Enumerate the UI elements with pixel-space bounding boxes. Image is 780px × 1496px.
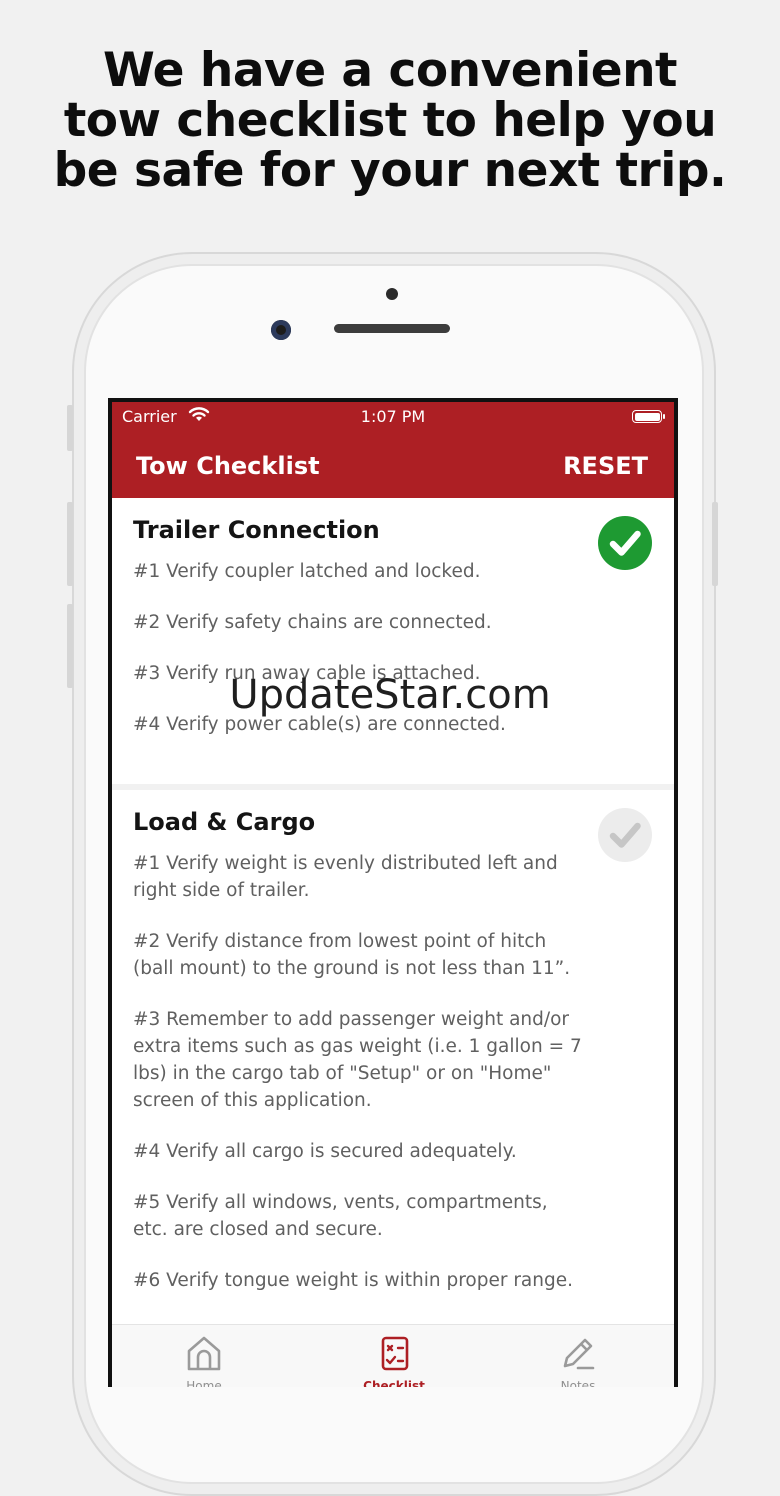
reset-button[interactable]: RESET [563,452,648,480]
section-load-cargo: Load & Cargo #1 Verify weight is evenly … [112,784,674,1325]
pencil-icon [563,1338,595,1370]
checklist-item: #2 Verify distance from lowest point of … [133,931,571,979]
tab-bar: Home Checklist Notes [112,1324,674,1387]
battery-icon [632,410,665,423]
phone-speaker [334,324,450,333]
headline-line-1: We have a convenient [102,43,678,98]
section-title: Load & Cargo [133,808,316,836]
checklist-item: #1 Verify weight is evenly distributed l… [133,853,558,901]
checkmark-icon [609,822,641,848]
tab-label: Notes [560,1379,596,1387]
tab-label: Checklist [363,1379,425,1387]
checklist-item: #4 Verify all cargo is secured adequatel… [133,1141,517,1162]
phone-volume-up [67,502,73,586]
tab-label: Home [186,1379,222,1387]
checklist-item: #2 Verify safety chains are connected. [133,612,492,633]
tab-checklist[interactable]: Checklist [334,1333,454,1387]
checklist-item: #5 Verify all windows, vents, compartmen… [133,1192,548,1240]
status-bar: Carrier 1:07 PM [112,402,674,436]
section-complete-toggle[interactable] [598,808,652,862]
page-title: Tow Checklist [136,452,320,480]
checklist-item: #3 Remember to add passenger weight and/… [133,1009,582,1111]
section-trailer-connection: Trailer Connection #1 Verify coupler lat… [112,498,674,784]
phone-sensor [386,288,398,300]
watermark: UpdateStar.com [229,672,551,718]
checklist-item: #6 Verify tongue weight is within proper… [133,1270,573,1291]
headline: We have a convenient tow checklist to he… [0,46,780,196]
headline-line-3: be safe for your next trip. [53,143,727,198]
phone-camera [271,320,291,340]
headline-line-2: tow checklist to help you [63,93,717,148]
phone-screen: Carrier 1:07 PM Tow Checklist RESET Trai… [108,398,678,1387]
status-time: 1:07 PM [360,407,426,426]
checkmark-icon [609,530,641,556]
home-icon [187,1336,221,1371]
section-title: Trailer Connection [133,516,380,544]
app-window: Carrier 1:07 PM Tow Checklist RESET Trai… [112,402,674,1387]
phone-power-button [712,502,718,586]
checklist-scroll-area[interactable]: Trailer Connection #1 Verify coupler lat… [112,498,674,1325]
section-complete-toggle[interactable] [598,516,652,570]
phone-silent-switch [67,405,73,451]
app-bar: Carrier 1:07 PM Tow Checklist RESET [112,402,674,498]
checklist-icon [381,1336,409,1371]
tab-notes[interactable]: Notes [518,1333,638,1387]
checklist-item: #1 Verify coupler latched and locked. [133,561,481,582]
tab-home[interactable]: Home [144,1333,264,1387]
